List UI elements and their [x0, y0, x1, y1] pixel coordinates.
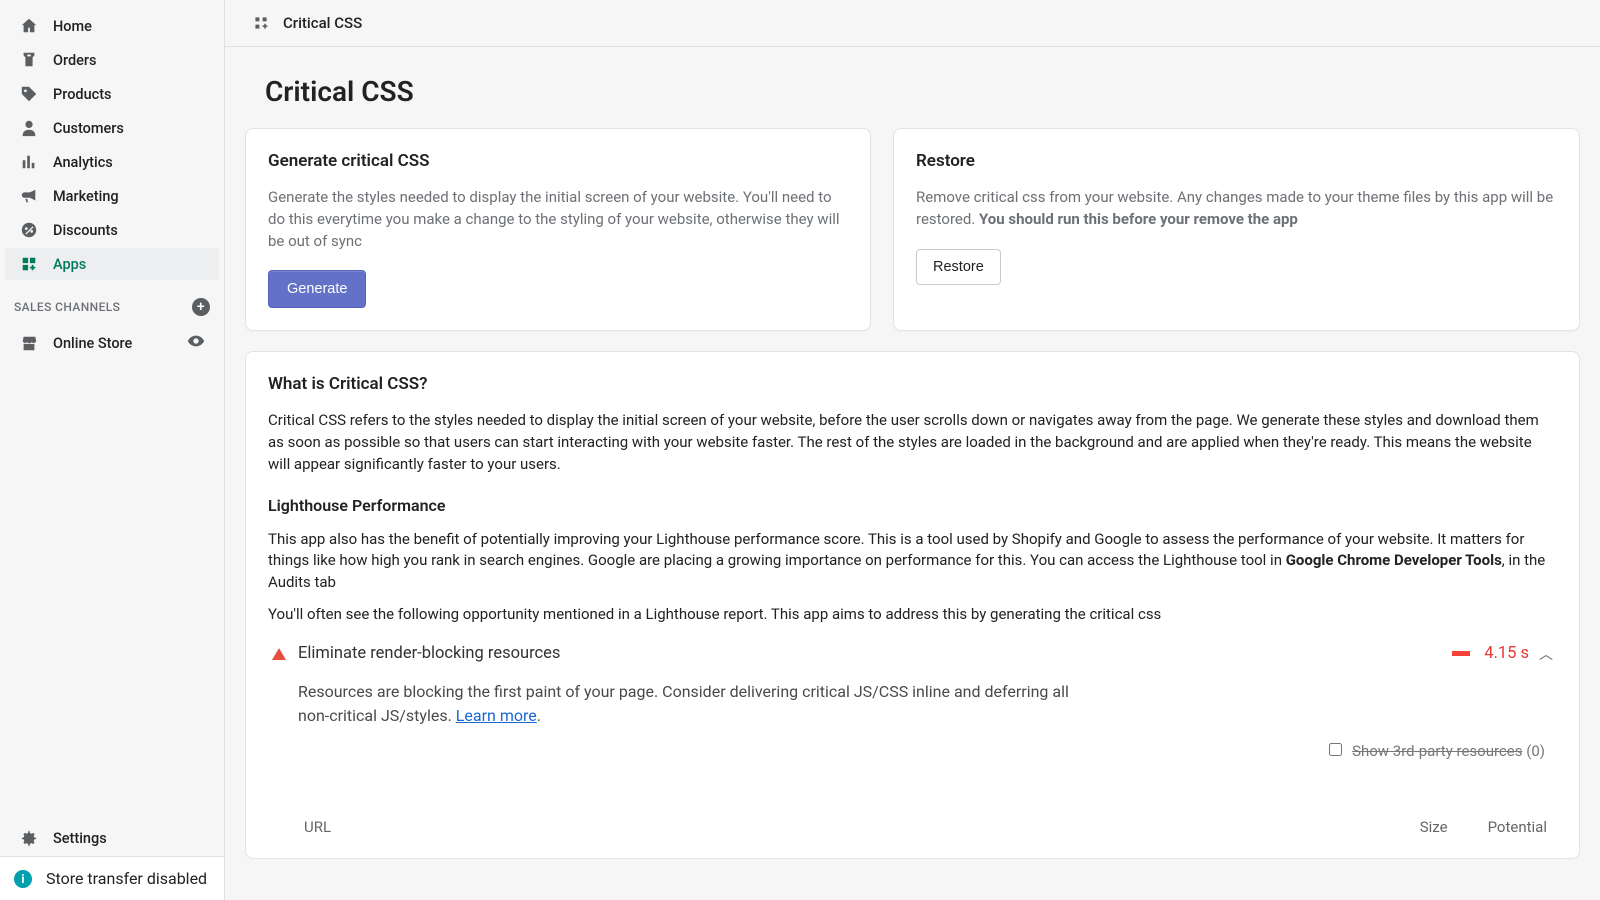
main: Critical CSS Critical CSS Generate criti…	[225, 0, 1600, 900]
restore-button[interactable]: Restore	[916, 249, 1001, 285]
nav-marketing[interactable]: Marketing	[5, 180, 219, 212]
nav-apps[interactable]: Apps	[5, 248, 219, 280]
card-restore-body: Remove critical css from your website. A…	[916, 187, 1557, 231]
info-paragraph-2: This app also has the benefit of potenti…	[268, 529, 1557, 594]
third-party-toggle[interactable]: Show 3rd-party resources (0)	[1329, 742, 1545, 760]
third-party-checkbox[interactable]	[1329, 743, 1342, 756]
card-generate-title: Generate critical CSS	[268, 151, 848, 171]
nav-discounts[interactable]: Discounts	[5, 214, 219, 246]
lighthouse-header[interactable]: Eliminate render-blocking resources 4.15…	[272, 644, 1553, 664]
lighthouse-bar-icon	[1452, 651, 1470, 656]
apps-breadcrumb-icon	[253, 15, 269, 31]
lighthouse-description: Resources are blocking the first paint o…	[298, 680, 1098, 728]
learn-more-link[interactable]: Learn more	[456, 706, 537, 725]
nav-orders[interactable]: Orders	[5, 44, 219, 76]
lighthouse-time: 4.15 s	[1484, 644, 1529, 663]
orders-icon	[19, 50, 39, 70]
nav-analytics[interactable]: Analytics	[5, 146, 219, 178]
nav-customers[interactable]: Customers	[5, 112, 219, 144]
nav-settings-label: Settings	[53, 830, 107, 847]
apps-icon	[19, 254, 39, 274]
breadcrumb-label: Critical CSS	[283, 14, 362, 32]
sales-channels-label: SALES CHANNELS	[14, 300, 120, 314]
nav-analytics-label: Analytics	[53, 154, 113, 171]
discount-icon	[19, 220, 39, 240]
megaphone-icon	[19, 186, 39, 206]
add-channel-icon[interactable]: +	[192, 298, 210, 316]
bars-icon	[19, 152, 39, 172]
warning-triangle-icon	[272, 648, 286, 660]
nav-marketing-label: Marketing	[53, 188, 119, 205]
info-paragraph-1: Critical CSS refers to the styles needed…	[268, 410, 1557, 475]
nav-orders-label: Orders	[53, 52, 97, 69]
info-heading-2: Lighthouse Performance	[268, 496, 1557, 515]
nav-settings[interactable]: Settings	[5, 822, 219, 854]
breadcrumb: Critical CSS	[225, 0, 1600, 47]
person-icon	[19, 118, 39, 138]
tag-icon	[19, 84, 39, 104]
nav-apps-label: Apps	[53, 256, 86, 273]
col-url: URL	[304, 818, 331, 836]
nav-list: Home Orders Products Customers Analytics	[0, 8, 224, 820]
nav-home[interactable]: Home	[5, 10, 219, 42]
eye-icon[interactable]	[187, 332, 205, 354]
gear-icon	[19, 828, 39, 848]
generate-button[interactable]: Generate	[268, 270, 366, 308]
card-restore-title: Restore	[916, 151, 1557, 171]
info-heading-1: What is Critical CSS?	[268, 374, 1557, 394]
info-icon: i	[14, 870, 32, 888]
nav-home-label: Home	[53, 18, 92, 35]
card-generate-body: Generate the styles needed to display th…	[268, 187, 848, 252]
nav-online-store[interactable]: Online Store	[5, 326, 219, 360]
store-transfer-bar: i Store transfer disabled	[0, 856, 224, 900]
nav-online-store-label: Online Store	[53, 335, 132, 352]
lighthouse-item: Eliminate render-blocking resources 4.15…	[268, 644, 1557, 836]
chevron-up-icon: ︿	[1539, 644, 1553, 664]
nav-products-label: Products	[53, 86, 112, 103]
lighthouse-title: Eliminate render-blocking resources	[298, 644, 1452, 663]
nav-customers-label: Customers	[53, 120, 124, 137]
store-transfer-text: Store transfer disabled	[46, 869, 207, 888]
info-panel: What is Critical CSS? Critical CSS refer…	[245, 351, 1580, 858]
card-generate: Generate critical CSS Generate the style…	[245, 128, 871, 331]
nav-products[interactable]: Products	[5, 78, 219, 110]
home-icon	[19, 16, 39, 36]
nav-discounts-label: Discounts	[53, 222, 118, 239]
lighthouse-columns: URL Size Potential	[298, 818, 1553, 836]
col-size: Size	[1420, 818, 1448, 836]
sidebar: Home Orders Products Customers Analytics	[0, 0, 225, 900]
col-potential: Potential	[1488, 818, 1547, 836]
info-paragraph-3: You'll often see the following opportuni…	[268, 604, 1557, 626]
card-restore: Restore Remove critical css from your we…	[893, 128, 1580, 331]
sales-channels-header: SALES CHANNELS +	[0, 282, 224, 324]
store-icon	[19, 333, 39, 353]
page-title: Critical CSS	[245, 47, 1580, 128]
